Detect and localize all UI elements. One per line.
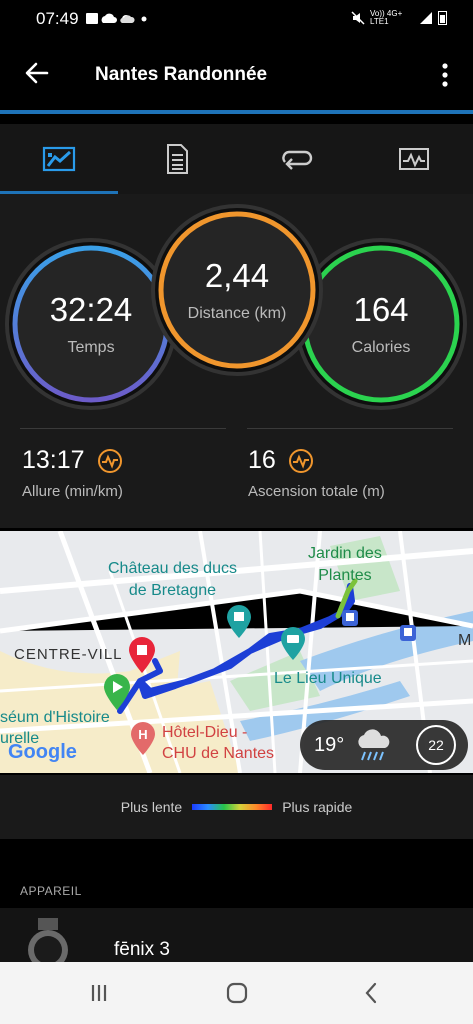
list-icon bbox=[167, 144, 189, 174]
distance-label: Distance (km) bbox=[187, 305, 287, 322]
speed-legend: Plus lente Plus rapide bbox=[0, 775, 473, 839]
map-label-hotel-dieu: Hôtel-Dieu - CHU de Nantes bbox=[162, 724, 275, 762]
status-bar: 07:49 Vo)) 4G+ LTE1 bbox=[0, 0, 473, 38]
speed-gradient-bar bbox=[192, 804, 273, 810]
device-section-header: APPAREIL bbox=[20, 884, 82, 898]
ascent-label: Ascension totale (m) bbox=[248, 483, 385, 500]
map-label-lieu-unique: Le Lieu Unique bbox=[274, 670, 382, 687]
google-logo: Google bbox=[8, 741, 77, 763]
legend-slow-label: Plus lente bbox=[120, 799, 183, 815]
tab-laps[interactable] bbox=[237, 124, 355, 194]
home-icon bbox=[226, 982, 248, 1004]
tab-details[interactable] bbox=[118, 124, 236, 194]
status-time: 07:49 bbox=[36, 9, 79, 28]
divider bbox=[20, 428, 226, 429]
tram-station-icon bbox=[342, 610, 358, 626]
ascent-info-icon[interactable] bbox=[288, 448, 314, 474]
divider bbox=[247, 428, 453, 429]
app-bar: Nantes Randonnée bbox=[0, 38, 473, 112]
ascent-value: 16 bbox=[248, 446, 276, 474]
battery-icon bbox=[438, 11, 447, 25]
train-station-icon bbox=[400, 625, 416, 641]
pace-label: Allure (min/km) bbox=[22, 483, 123, 500]
calories-label: Calories bbox=[351, 339, 411, 356]
map-label-centre-ville: CENTRE-VILL bbox=[14, 646, 123, 663]
calories-value: 164 bbox=[353, 291, 409, 328]
time-label: Temps bbox=[67, 339, 115, 356]
device-row[interactable]: fēnix 3 bbox=[0, 908, 473, 978]
distance-value: 2,44 bbox=[204, 257, 270, 294]
map-label-chateau: Château des ducs de Bretagne bbox=[108, 560, 237, 599]
pace-info-icon[interactable] bbox=[97, 448, 123, 474]
hospital-poi-icon: H bbox=[131, 722, 155, 755]
activity-tabs bbox=[0, 124, 473, 194]
network-text: Vo)) 4G+ LTE1 bbox=[370, 9, 403, 26]
weather-temperature: 19° bbox=[314, 733, 345, 756]
time-value: 32:24 bbox=[49, 291, 133, 328]
system-navigation-bar bbox=[0, 962, 473, 1024]
svg-text:H: H bbox=[138, 727, 147, 742]
system-back-button[interactable] bbox=[356, 979, 386, 1007]
header-accent-line bbox=[0, 110, 473, 114]
back-button[interactable] bbox=[22, 58, 52, 88]
status-notification-icons bbox=[86, 11, 156, 30]
recent-apps-icon bbox=[91, 985, 107, 1001]
graph-icon bbox=[398, 148, 429, 170]
wind-speed-indicator: 22 bbox=[416, 725, 456, 765]
castle-poi-icon bbox=[227, 605, 251, 638]
finish-marker-icon bbox=[129, 637, 155, 673]
tab-summary[interactable] bbox=[0, 124, 119, 194]
laps-icon bbox=[281, 150, 312, 170]
ascent-metric: 16 Ascension totale (m) bbox=[248, 446, 385, 500]
legend-fast-label: Plus rapide bbox=[282, 799, 353, 815]
map-label-m: M bbox=[458, 632, 472, 649]
overflow-menu-button[interactable] bbox=[435, 60, 455, 90]
wind-speed-value: 22 bbox=[428, 737, 444, 753]
weather-widget[interactable]: 19° 22 bbox=[300, 720, 468, 770]
distance-ring: 2,44 Distance (km) bbox=[169, 222, 305, 358]
summary-chart-icon bbox=[43, 146, 76, 172]
start-marker-icon bbox=[104, 674, 130, 710]
camera-poi-icon bbox=[281, 627, 305, 660]
device-name: fēnix 3 bbox=[114, 939, 170, 960]
time-ring: 32:24 Temps bbox=[23, 256, 159, 392]
pace-value: 13:17 bbox=[22, 446, 85, 474]
map-label-jardin-des-plantes: Jardin des Plantes bbox=[308, 545, 382, 584]
notification-icons bbox=[86, 13, 147, 24]
recent-apps-button[interactable] bbox=[84, 979, 114, 1007]
more-vertical-icon bbox=[442, 63, 448, 87]
status-system-icons: Vo)) 4G+ LTE1 bbox=[351, 10, 447, 26]
mute-icon bbox=[351, 11, 365, 25]
rain-cloud-icon bbox=[358, 729, 390, 761]
activity-summary: 32:24 Temps 164 Calories 2,44 Distance (… bbox=[0, 194, 473, 528]
calories-ring: 164 Calories bbox=[313, 256, 449, 392]
signal-icon bbox=[420, 12, 432, 24]
home-button[interactable] bbox=[222, 979, 252, 1007]
chevron-left-icon bbox=[365, 982, 377, 1004]
arrow-left-icon bbox=[25, 62, 49, 84]
pace-metric: 13:17 Allure (min/km) bbox=[22, 446, 123, 500]
page-title: Nantes Randonnée bbox=[95, 64, 268, 85]
tab-graphs[interactable] bbox=[355, 124, 473, 194]
